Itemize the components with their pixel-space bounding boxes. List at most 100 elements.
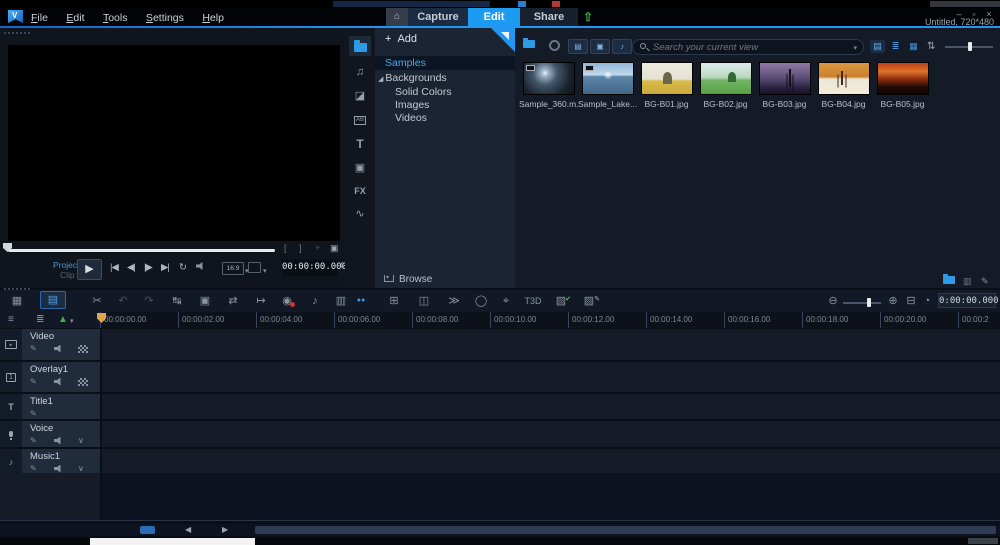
voice-track-lane[interactable] bbox=[100, 421, 1000, 447]
filter-audio-button[interactable]: ♪ bbox=[612, 39, 632, 54]
split-clip-button[interactable]: + bbox=[315, 243, 320, 253]
scrollbar-mode-icon[interactable] bbox=[140, 526, 155, 534]
pennant-flag-icon[interactable] bbox=[491, 28, 515, 52]
clock-icon[interactable]: ◔ bbox=[918, 293, 936, 309]
media-thumbnail[interactable]: BG-B04.jpg bbox=[814, 62, 873, 138]
thumbnail-size-slider[interactable] bbox=[945, 46, 993, 48]
record-capture-option-button[interactable]: ◉ bbox=[278, 293, 296, 309]
storyboard-view-button[interactable]: ▦ bbox=[8, 293, 26, 309]
wave-toggle-icon[interactable]: ∨ bbox=[78, 436, 84, 445]
enlarge-caret-icon[interactable]: ▾ bbox=[263, 267, 267, 275]
media-thumbnail[interactable]: BG-B02.jpg bbox=[696, 62, 755, 138]
motion-tracking-button[interactable]: ⌖ bbox=[497, 293, 515, 309]
preview-monitor[interactable] bbox=[8, 45, 340, 241]
mute-speaker-icon[interactable] bbox=[54, 345, 63, 353]
overlay-track-lane[interactable] bbox=[100, 362, 1000, 392]
zoom-out-button[interactable]: ⊖ bbox=[824, 293, 842, 309]
track-header[interactable]: ♪ Music1 ✎ ∨ bbox=[0, 449, 100, 475]
view-thumbnail-button[interactable]: ▤ bbox=[870, 40, 885, 53]
go-end-button[interactable]: ▶| bbox=[161, 262, 169, 273]
record-capture-button[interactable] bbox=[549, 40, 560, 51]
scroll-right-button[interactable]: ▶ bbox=[222, 525, 228, 534]
slider-thumb[interactable] bbox=[968, 42, 972, 51]
speed-button[interactable]: ≫ bbox=[445, 293, 463, 309]
view-grid-button[interactable]: ▦ bbox=[906, 40, 921, 53]
track-header[interactable]: T Title1 ✎ bbox=[0, 394, 100, 419]
video-track-lane[interactable] bbox=[100, 329, 1000, 360]
home-icon[interactable]: ⌂ bbox=[386, 8, 408, 26]
3d-title-button[interactable]: T3D bbox=[524, 293, 542, 309]
step-forward-button[interactable]: |▶ bbox=[144, 262, 152, 273]
media-thumbnail[interactable]: BG-B03.jpg bbox=[755, 62, 814, 138]
scrubber-track[interactable] bbox=[8, 249, 275, 252]
overlay-category-button[interactable]: ▣ bbox=[349, 158, 371, 178]
template-category-button[interactable]: AB bbox=[349, 110, 371, 130]
mask-editor-button[interactable]: ▨✎ bbox=[580, 293, 598, 309]
sort-button[interactable]: ⇅ bbox=[927, 41, 935, 52]
view-list-button[interactable]: ≣ bbox=[888, 40, 903, 53]
volume-button[interactable] bbox=[196, 262, 220, 273]
step-back-button[interactable]: ◀| bbox=[127, 262, 135, 273]
edit-pencil-icon[interactable]: ✎ bbox=[30, 344, 54, 353]
browse-button[interactable]: Browse bbox=[375, 272, 515, 288]
ripple-caret-icon[interactable]: ▾ bbox=[70, 317, 74, 325]
split-screen-button[interactable]: ◫ bbox=[415, 293, 433, 309]
panel-grip[interactable] bbox=[4, 32, 30, 34]
mark-in-button[interactable]: [ bbox=[284, 243, 287, 253]
music-track-lane[interactable] bbox=[100, 449, 1000, 475]
play-button[interactable]: ▶ bbox=[77, 259, 102, 280]
tree-item-videos[interactable]: Videos bbox=[375, 111, 515, 125]
edit-pencil-icon[interactable]: ✎ bbox=[30, 409, 54, 418]
ripple-all-button[interactable]: ▲ bbox=[58, 314, 68, 325]
mute-speaker-icon[interactable] bbox=[54, 378, 63, 386]
redo-button[interactable]: ↷ bbox=[140, 293, 158, 309]
loop-button[interactable]: ↻ bbox=[179, 262, 187, 273]
tree-item-samples[interactable]: Samples bbox=[375, 56, 515, 70]
menu-edit[interactable]: Edit bbox=[59, 9, 91, 27]
edit-pencil-icon[interactable]: ✎ bbox=[30, 377, 54, 386]
slider-thumb[interactable] bbox=[867, 298, 871, 307]
timeline-ruler[interactable]: 00:00:00.0000:00:02.0000:00:04.0000:00:0… bbox=[100, 312, 1000, 328]
audio-category-button[interactable]: ♫ bbox=[349, 62, 371, 82]
zoom-in-button[interactable]: ⊕ bbox=[884, 293, 902, 309]
search-input[interactable] bbox=[653, 41, 838, 53]
track-header[interactable]: 1 Overlay1 ✎ bbox=[0, 362, 100, 392]
upload-arrow-icon[interactable]: ⇧ bbox=[583, 10, 593, 24]
mute-speaker-icon[interactable] bbox=[54, 437, 63, 445]
motion-category-button[interactable]: ∿ bbox=[349, 204, 371, 224]
transition-category-button[interactable]: ◪ bbox=[349, 86, 371, 106]
mask-creator-button[interactable]: ▨✔ bbox=[552, 293, 570, 309]
menu-help[interactable]: Help bbox=[195, 9, 231, 27]
search-caret-icon[interactable]: ▾ bbox=[853, 44, 857, 52]
menu-tools[interactable]: Tools bbox=[96, 9, 135, 27]
timeline-empty-area[interactable] bbox=[102, 473, 1000, 520]
edit-library-button[interactable]: ✎ bbox=[981, 276, 989, 287]
go-start-button[interactable]: |◀ bbox=[110, 262, 118, 273]
sound-mixer-button[interactable]: ▥ bbox=[332, 293, 350, 309]
ripple-edit-button[interactable]: ⇄ bbox=[224, 293, 242, 309]
media-category-button[interactable] bbox=[349, 36, 371, 56]
insert-mode-button[interactable]: ↦ bbox=[252, 293, 270, 309]
color-grading-button[interactable]: ●● bbox=[352, 293, 370, 309]
title-category-button[interactable]: T bbox=[349, 134, 371, 154]
tab-edit[interactable]: Edit bbox=[468, 8, 520, 26]
tab-capture[interactable]: Capture bbox=[408, 8, 468, 26]
track-manager-button[interactable]: ≡ bbox=[8, 314, 14, 325]
track-header[interactable]: ▸ Video ✎ bbox=[0, 329, 100, 360]
mute-speaker-icon[interactable] bbox=[54, 465, 63, 473]
snapshot-button[interactable]: ▣ bbox=[330, 243, 339, 254]
tree-item-images[interactable]: Images bbox=[375, 98, 515, 112]
tab-share[interactable]: Share bbox=[520, 8, 578, 26]
audio-mixer-button[interactable]: ♪ bbox=[306, 293, 324, 309]
transparency-icon[interactable] bbox=[78, 345, 88, 353]
tree-item-backgrounds[interactable]: ◢Backgrounds bbox=[375, 71, 515, 85]
menu-file[interactable]: File bbox=[24, 9, 55, 27]
preview-timecode[interactable]: 00:00:00.000 bbox=[282, 259, 338, 276]
wave-toggle-icon[interactable]: ∨ bbox=[78, 464, 84, 473]
edit-pencil-icon[interactable]: ✎ bbox=[30, 436, 54, 445]
timeline-timecode[interactable]: 0:00:00.000 bbox=[938, 293, 996, 308]
timeline-zoom-slider[interactable] bbox=[843, 302, 881, 304]
menu-settings[interactable]: Settings bbox=[139, 9, 191, 27]
scrollbar-thumb[interactable] bbox=[255, 526, 996, 534]
expand-icon[interactable]: ◢ bbox=[378, 76, 383, 83]
